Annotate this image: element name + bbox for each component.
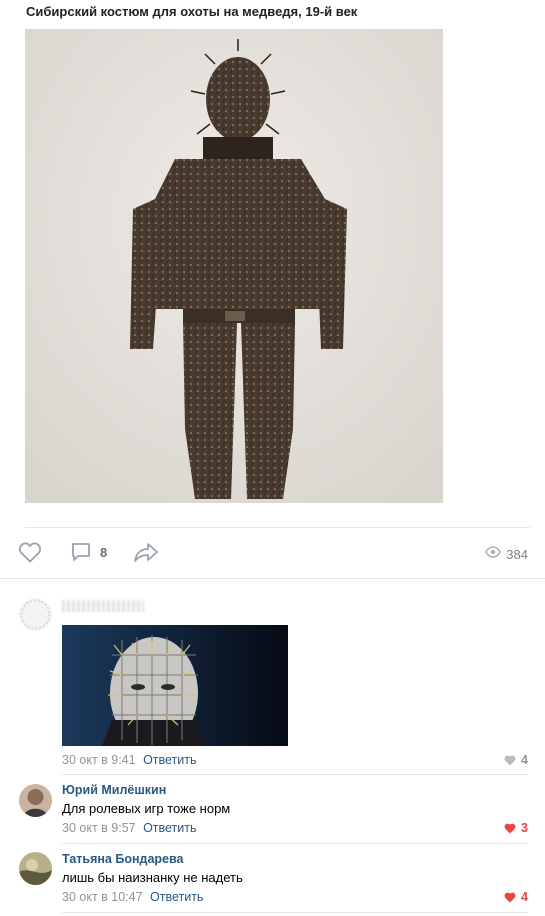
comment-author[interactable]: Юрий Милёшкин	[62, 783, 166, 797]
heart-icon	[18, 541, 42, 563]
post-title: Сибирский костюм для охоты на медведя, 1…	[26, 4, 358, 19]
reply-button[interactable]: Ответить	[143, 821, 196, 835]
comment-divider	[62, 912, 528, 913]
comment-date[interactable]: 30 окт в 10:47	[62, 890, 143, 904]
post-photo[interactable]	[25, 29, 443, 503]
comment-bubble-icon	[70, 541, 92, 563]
comment-button[interactable]: 8	[70, 541, 107, 563]
share-arrow-icon	[133, 541, 159, 563]
comment-count: 8	[100, 544, 108, 560]
heart-icon	[504, 823, 516, 833]
comment-divider	[62, 843, 528, 844]
comment-meta: 30 окт в 10:47 Ответить	[62, 890, 203, 904]
comment-like-count: 3	[521, 821, 528, 835]
comments-divider	[0, 578, 545, 579]
reply-button[interactable]: Ответить	[150, 890, 203, 904]
eye-icon	[485, 545, 502, 563]
pinhead-illustration	[62, 625, 288, 746]
comment-like-button[interactable]: 4	[504, 890, 528, 904]
comment-meta: 30 окт в 9:57 Ответить	[62, 821, 197, 835]
comment-date[interactable]: 30 окт в 9:57	[62, 821, 136, 835]
share-button[interactable]	[133, 541, 159, 563]
comment-like-count: 4	[521, 753, 528, 767]
post-action-bar: 8 384	[0, 528, 545, 578]
views-counter: 384	[485, 545, 528, 563]
avatar[interactable]	[19, 852, 52, 885]
comment-author-hidden	[62, 600, 144, 612]
heart-icon	[504, 892, 516, 902]
like-button[interactable]	[18, 541, 42, 563]
views-count: 384	[506, 546, 528, 562]
comment-like-count: 4	[521, 890, 528, 904]
reply-button[interactable]: Ответить	[143, 753, 196, 767]
avatar[interactable]	[19, 598, 52, 631]
comment-author[interactable]: Татьяна Бондарева	[62, 852, 183, 866]
comment-date[interactable]: 30 окт в 9:41	[62, 753, 136, 767]
heart-icon	[504, 755, 516, 765]
comment-meta: 30 окт в 9:41 Ответить	[62, 753, 197, 767]
comment-like-button[interactable]: 3	[504, 821, 528, 835]
comment-divider	[62, 774, 528, 775]
bear-suit-illustration	[25, 29, 443, 503]
comment-text: Для ролевых игр тоже норм	[62, 801, 231, 816]
comment-text: лишь бы наизнанку не надеть	[62, 870, 243, 885]
comment-image[interactable]	[62, 625, 288, 746]
comment-like-button[interactable]: 4	[504, 753, 528, 767]
avatar[interactable]	[19, 784, 52, 817]
